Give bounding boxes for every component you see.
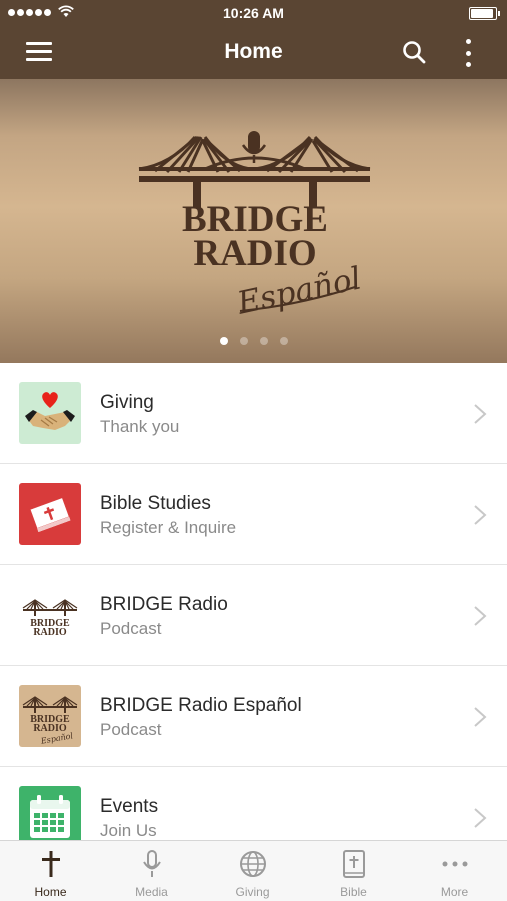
microphone-icon <box>142 850 161 877</box>
page-dot-1[interactable] <box>219 337 228 345</box>
tab-label: Media <box>135 885 168 899</box>
tab-label: Home <box>34 885 67 899</box>
bible-icon <box>342 850 365 878</box>
giving-handshake-heart-icon <box>19 382 81 444</box>
list-item-title: BRIDGE Radio <box>100 594 228 615</box>
list-item-subtitle: Join Us <box>100 821 157 840</box>
list-item-subtitle: Register & Inquire <box>100 518 237 537</box>
calendar-icon <box>19 786 81 848</box>
page-dot-2[interactable] <box>239 337 248 345</box>
list-item-bible-studies[interactable]: Bible Studies Register & Inquire <box>0 464 507 565</box>
battery-icon <box>469 7 500 20</box>
chevron-right-icon <box>474 808 487 828</box>
more-vertical-icon[interactable] <box>460 39 476 67</box>
bible-book-icon <box>19 483 81 545</box>
list-item-title: Giving <box>100 392 154 413</box>
page-dot-4[interactable] <box>279 337 288 345</box>
chevron-right-icon <box>474 707 487 727</box>
list-item-bridge-radio-espanol[interactable]: BRIDGE RADIO Español BRIDGE Radio Españo… <box>0 666 507 767</box>
tab-home[interactable]: Home <box>0 841 101 901</box>
chevron-right-icon <box>474 606 487 626</box>
list-item-subtitle: Podcast <box>100 720 162 739</box>
tab-label: Giving <box>235 885 270 899</box>
page-title: Home <box>224 40 283 63</box>
chevron-right-icon <box>474 404 487 424</box>
list-item-subtitle: Podcast <box>100 619 162 638</box>
list-item-subtitle: Thank you <box>100 417 180 436</box>
status-bar: 10:26 AM <box>0 0 507 26</box>
tab-giving[interactable]: Giving <box>202 841 303 901</box>
list-item-title: BRIDGE Radio Español <box>100 695 302 716</box>
home-list: Giving Thank you Bible Studies Register … <box>0 363 507 868</box>
list-item-giving[interactable]: Giving Thank you <box>0 363 507 464</box>
svg-text:RADIO: RADIO <box>33 627 67 638</box>
cross-icon <box>41 851 60 877</box>
page-dot-3[interactable] <box>259 337 268 345</box>
tab-label: Bible <box>340 885 367 899</box>
tab-label: More <box>440 885 469 899</box>
bridge-radio-espanol-logo: BRIDGE RADIO Español <box>138 131 371 322</box>
list-item-title: Bible Studies <box>100 493 211 514</box>
tab-more[interactable]: More <box>404 841 505 901</box>
bridge-radio-espanol-logo-icon: BRIDGE RADIO Español <box>19 685 81 747</box>
bridge-radio-logo-icon: BRIDGE RADIO <box>19 584 81 646</box>
globe-icon <box>239 851 266 877</box>
nav-bar: Home <box>0 26 507 79</box>
chevron-right-icon <box>474 505 487 525</box>
status-time: 10:26 AM <box>223 5 284 21</box>
more-horizontal-icon <box>442 861 467 867</box>
hero-banner[interactable]: BRIDGE RADIO Español <box>0 79 507 363</box>
tab-bible[interactable]: Bible <box>303 841 404 901</box>
tab-bar: Home Media Giving Bible More <box>0 840 507 901</box>
carousel-page-indicator[interactable] <box>0 337 507 345</box>
list-item-bridge-radio[interactable]: BRIDGE RADIO BRIDGE Radio Podcast <box>0 565 507 666</box>
tab-media[interactable]: Media <box>101 841 202 901</box>
search-icon[interactable] <box>402 40 426 64</box>
logo-line-2: RADIO <box>193 233 316 274</box>
list-item-title: Events <box>100 796 159 817</box>
